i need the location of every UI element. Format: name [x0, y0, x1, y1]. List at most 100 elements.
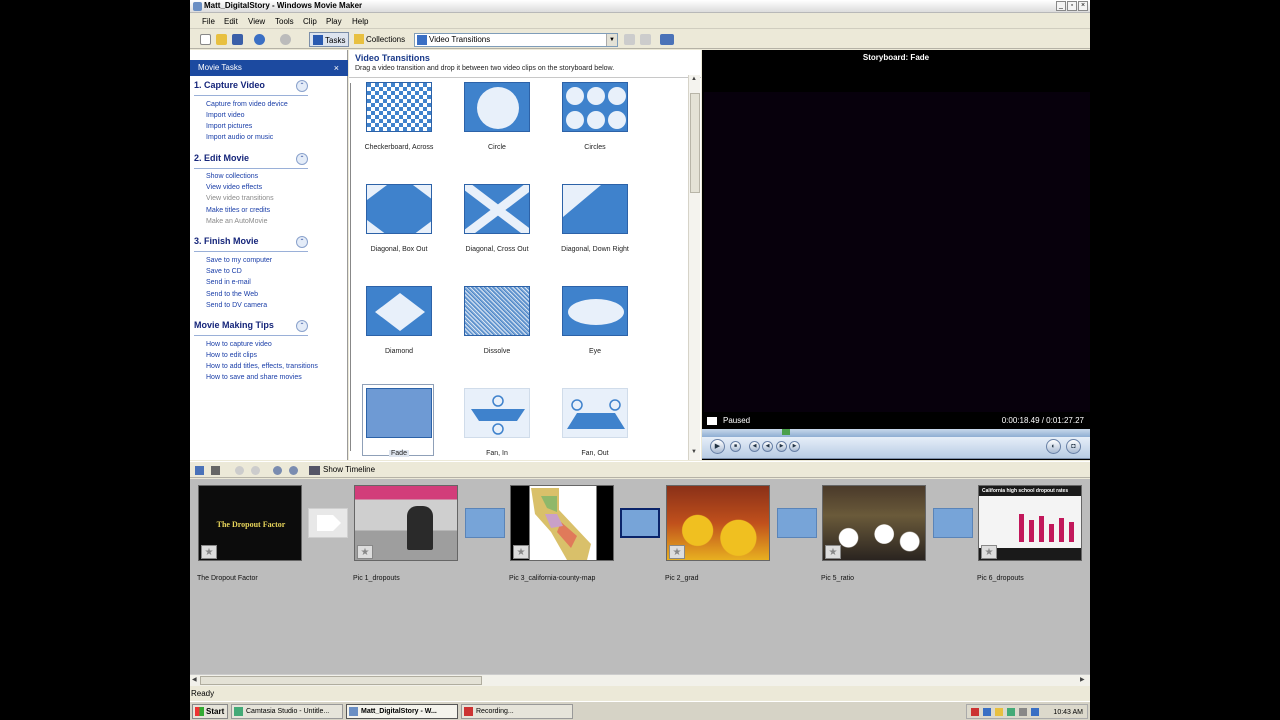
collection-scrollbar[interactable]: ▲ ▼	[688, 75, 700, 460]
collection-select[interactable]: Video Transitions ▼	[414, 33, 618, 47]
open-project-icon[interactable]	[216, 34, 227, 45]
take-picture-icon[interactable]: ◘	[1066, 439, 1081, 454]
seek-knob[interactable]	[782, 429, 790, 435]
taskbar-item-recording[interactable]: Recording...	[461, 704, 573, 719]
network-icon[interactable]	[1031, 708, 1039, 716]
storyboard-scrollbar[interactable]: ◀ ▶	[190, 674, 1090, 686]
close-button[interactable]: ×	[1078, 1, 1088, 11]
volume-icon[interactable]	[1019, 708, 1027, 716]
transition-slot[interactable]	[308, 508, 348, 538]
transition-slot[interactable]	[933, 508, 973, 538]
new-collection-icon[interactable]	[640, 34, 651, 45]
transition-diamond[interactable]: Diamond	[364, 284, 434, 360]
zoom-in-icon[interactable]	[235, 466, 244, 475]
play-icon[interactable]: ▶	[710, 439, 725, 454]
maximize-button[interactable]: ▫	[1067, 1, 1077, 11]
menu-clip[interactable]: Clip	[303, 17, 317, 26]
link-how-save-share[interactable]: How to save and share movies	[206, 374, 302, 381]
collapse-edit-movie-icon[interactable]: ⌃	[296, 153, 308, 165]
menu-file[interactable]: File	[202, 17, 215, 26]
storyboard-clip[interactable]: ★ Pic 5_ratio	[821, 485, 926, 582]
scroll-up-icon[interactable]: ▲	[691, 76, 697, 82]
split-clip-icon[interactable]: ◐	[1046, 439, 1061, 454]
show-timeline-button[interactable]: Show Timeline	[309, 465, 375, 475]
chevron-down-icon[interactable]: ▼	[606, 34, 617, 46]
transition-fan-out[interactable]: Fan, Out	[560, 386, 630, 462]
transition-slot-selected[interactable]	[620, 508, 660, 538]
section-finish-movie[interactable]: 3. Finish Movie	[194, 236, 259, 246]
effect-star-icon[interactable]: ★	[669, 545, 685, 559]
menu-tools[interactable]: Tools	[275, 17, 294, 26]
transition-diagonal-box-out[interactable]: Diagonal, Box Out	[364, 182, 434, 258]
up-one-level-icon[interactable]	[624, 34, 635, 45]
effect-star-icon[interactable]: ★	[825, 545, 841, 559]
transition-slot[interactable]	[465, 508, 505, 538]
zoom-out-icon[interactable]	[251, 466, 260, 475]
menu-view[interactable]: View	[248, 17, 265, 26]
scrollbar-thumb[interactable]	[200, 676, 482, 685]
set-audio-levels-icon[interactable]	[195, 466, 204, 475]
link-capture-from-video-device[interactable]: Capture from video device	[206, 101, 288, 108]
link-import-audio[interactable]: Import audio or music	[206, 134, 273, 141]
seek-bar[interactable]	[702, 429, 1090, 437]
link-how-add-titles[interactable]: How to add titles, effects, transitions	[206, 363, 318, 370]
storyboard-clip[interactable]: ★ Pic 2_grad	[665, 485, 770, 582]
taskbar-item-movie-maker[interactable]: Matt_DigitalStory - W...	[346, 704, 458, 719]
effect-star-icon[interactable]: ★	[513, 545, 529, 559]
forward-icon[interactable]: ▶	[776, 441, 787, 452]
tasks-button[interactable]: Tasks	[309, 32, 349, 47]
collapse-finish-movie-icon[interactable]: ⌃	[296, 236, 308, 248]
start-button[interactable]: Start	[192, 704, 228, 719]
link-view-video-effects[interactable]: View video effects	[206, 184, 262, 191]
link-how-edit[interactable]: How to edit clips	[206, 352, 257, 359]
transition-eye[interactable]: Eye	[560, 284, 630, 360]
transition-slot[interactable]	[777, 508, 817, 538]
link-import-video[interactable]: Import video	[206, 112, 245, 119]
next-frame-icon[interactable]: ▶	[789, 441, 800, 452]
tray-icon[interactable]	[1007, 708, 1015, 716]
effect-star-icon[interactable]: ★	[981, 545, 997, 559]
transition-diagonal-down-right[interactable]: Diagonal, Down Right	[560, 182, 630, 258]
transition-fan-in[interactable]: Fan, In	[462, 386, 532, 462]
scrollbar-thumb[interactable]	[690, 93, 700, 193]
taskbar-item-camtasia[interactable]: Camtasia Studio - Untitle...	[231, 704, 343, 719]
link-save-to-computer[interactable]: Save to my computer	[206, 257, 272, 264]
storyboard-clip[interactable]: California high school dropout rates ★ P…	[977, 485, 1082, 582]
scroll-down-icon[interactable]: ▼	[691, 449, 697, 455]
link-send-web[interactable]: Send to the Web	[206, 291, 258, 298]
stop-icon[interactable]: ■	[730, 441, 741, 452]
effect-star-icon[interactable]: ★	[357, 545, 373, 559]
redo-icon[interactable]	[280, 34, 291, 45]
play-storyboard-icon[interactable]	[289, 466, 298, 475]
tray-icon[interactable]	[971, 708, 979, 716]
new-project-icon[interactable]	[200, 34, 211, 45]
collapse-movie-tips-icon[interactable]: ⌃	[296, 320, 308, 332]
previous-frame-icon[interactable]: ◀	[749, 441, 760, 452]
tray-icon[interactable]	[983, 708, 991, 716]
undo-icon[interactable]	[254, 34, 265, 45]
views-icon[interactable]	[660, 34, 674, 45]
link-send-email[interactable]: Send in e-mail	[206, 279, 251, 286]
collections-button[interactable]: Collections	[351, 32, 405, 47]
scroll-right-icon[interactable]: ▶	[1080, 676, 1085, 683]
link-import-pictures[interactable]: Import pictures	[206, 123, 252, 130]
link-make-titles[interactable]: Make titles or credits	[206, 207, 270, 214]
transition-checkerboard[interactable]: Checkerboard, Across	[364, 80, 434, 156]
transition-diagonal-cross-out[interactable]: Diagonal, Cross Out	[462, 182, 532, 258]
tray-icon[interactable]	[995, 708, 1003, 716]
menu-help[interactable]: Help	[352, 17, 368, 26]
rewind-icon[interactable]: ◀	[762, 441, 773, 452]
link-save-to-cd[interactable]: Save to CD	[206, 268, 242, 275]
collapse-capture-video-icon[interactable]: ⌃	[296, 80, 308, 92]
storyboard-clip[interactable]: ★ Pic 1_dropouts	[353, 485, 458, 582]
section-capture-video[interactable]: 1. Capture Video	[194, 80, 265, 90]
link-send-dv-camera[interactable]: Send to DV camera	[206, 302, 267, 309]
close-icon[interactable]: ×	[334, 60, 339, 76]
scroll-left-icon[interactable]: ◀	[192, 676, 197, 683]
transition-circle[interactable]: Circle	[462, 80, 532, 156]
transition-circles[interactable]: Circles	[560, 80, 630, 156]
menu-edit[interactable]: Edit	[224, 17, 238, 26]
storyboard-clip[interactable]: ★ Pic 3_california-county-map	[509, 485, 614, 582]
narrate-timeline-icon[interactable]	[211, 466, 220, 475]
link-show-collections[interactable]: Show collections	[206, 173, 258, 180]
